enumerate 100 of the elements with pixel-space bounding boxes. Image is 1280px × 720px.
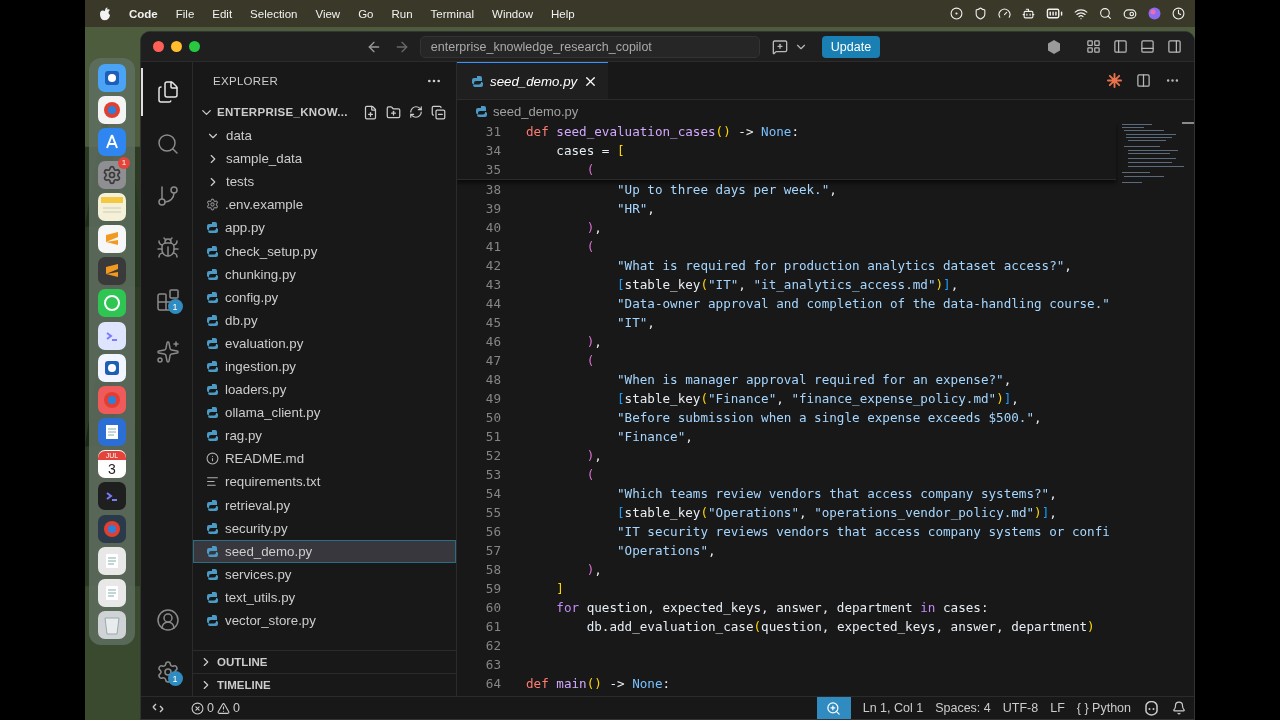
tree-item[interactable]: tests <box>193 170 456 194</box>
tree-item[interactable]: evaluation.py <box>193 331 456 355</box>
new-folder-icon[interactable] <box>386 104 401 120</box>
folder-name[interactable]: ENTERPRISE_KNOW... <box>217 106 348 118</box>
menu-item[interactable]: Run <box>391 7 413 20</box>
dock-app-icon[interactable] <box>98 579 126 607</box>
copilot-icon[interactable] <box>1143 700 1160 716</box>
dock-app-icon[interactable] <box>98 289 126 318</box>
dock-app-icon[interactable] <box>98 546 126 575</box>
menu-item[interactable]: Selection <box>250 7 298 20</box>
gauge-icon[interactable] <box>998 7 1011 20</box>
tree-item[interactable]: security.py <box>193 516 456 540</box>
zoom-window-button[interactable] <box>189 41 200 52</box>
dock-app-icon[interactable] <box>98 224 126 253</box>
clock-icon[interactable] <box>1172 7 1185 20</box>
bell-icon[interactable] <box>1172 701 1186 715</box>
menu-item[interactable]: Edit <box>212 7 233 20</box>
dock-app-icon[interactable] <box>98 514 126 543</box>
warning-icon[interactable] <box>216 701 230 715</box>
tree-item[interactable]: db.py <box>193 308 456 332</box>
panel-bottom-icon <box>1140 39 1155 54</box>
python-file-icon <box>206 267 219 281</box>
dock-app-icon[interactable] <box>98 353 126 382</box>
status-item[interactable]: UTF-8 <box>1002 701 1039 715</box>
tree-item[interactable]: config.py <box>193 285 456 309</box>
new-file-icon[interactable] <box>363 104 378 120</box>
record-icon[interactable] <box>950 7 963 20</box>
status-item[interactable]: Spaces: 4 <box>935 701 991 715</box>
collapse-icon[interactable] <box>431 104 446 120</box>
tree-item[interactable]: sample_data <box>193 147 456 171</box>
tree-item[interactable]: chunking.py <box>193 262 456 286</box>
zoom-button[interactable] <box>816 696 851 719</box>
control-center-icon[interactable] <box>1123 6 1137 21</box>
status-item[interactable]: LF <box>1050 701 1065 715</box>
line-number: 58 <box>484 562 501 577</box>
activity-bar-button[interactable]: 1 <box>141 276 193 324</box>
toggle-secondary-sidebar-button[interactable] <box>1167 39 1182 54</box>
tree-item[interactable]: services.py <box>193 562 456 586</box>
menu-item[interactable]: Go <box>358 7 374 20</box>
tree-item[interactable]: text_utils.py <box>193 585 456 609</box>
minimize-window-button[interactable] <box>171 41 182 52</box>
dock-app-icon[interactable] <box>98 192 126 221</box>
update-button[interactable]: Update <box>821 35 881 58</box>
toggle-panel-button[interactable] <box>1140 39 1155 54</box>
error-icon[interactable] <box>191 701 204 715</box>
chat-plus-icon <box>771 38 788 55</box>
remote-icon[interactable] <box>151 701 165 715</box>
tree-item[interactable]: seed_demo.py <box>193 539 456 563</box>
error-count[interactable]: 0 <box>207 701 214 715</box>
wifi-icon[interactable] <box>1074 6 1088 21</box>
dock-app-icon[interactable] <box>98 321 126 350</box>
menu-item[interactable]: View <box>315 7 341 20</box>
dock-app-icon[interactable] <box>98 482 126 511</box>
tree-item[interactable]: data <box>193 124 456 148</box>
tree-item[interactable]: vector_store.py <box>193 608 456 633</box>
close-window-button[interactable] <box>153 41 164 52</box>
status-item[interactable]: { } Python <box>1076 701 1131 715</box>
orb-icon[interactable] <box>1148 7 1161 20</box>
tree-item[interactable]: retrieval.py <box>193 493 456 517</box>
layout-button[interactable] <box>1086 39 1101 54</box>
menu-item[interactable]: Terminal <box>430 7 475 20</box>
starburst-icon[interactable] <box>1107 73 1122 88</box>
line-number: 42 <box>484 258 501 273</box>
dock-app-icon[interactable] <box>98 611 126 640</box>
tree-item[interactable]: ollama_client.py <box>193 401 456 425</box>
search-icon[interactable] <box>1099 7 1112 20</box>
command-center[interactable]: enterprise_knowledge_research_copilot <box>419 35 760 58</box>
line-number: 34 <box>484 143 501 158</box>
tree-item[interactable]: check_setup.py <box>193 239 456 263</box>
dock-app-icon[interactable] <box>98 418 126 447</box>
toggle-sidebar-button[interactable] <box>1113 39 1128 54</box>
app-menu[interactable]: Code <box>129 7 158 20</box>
warning-count[interactable]: 0 <box>232 701 240 715</box>
ring-glyph-icon <box>102 389 122 410</box>
tree-item[interactable]: requirements.txt <box>193 470 456 494</box>
refresh-icon[interactable] <box>409 104 423 119</box>
shield-icon[interactable] <box>974 7 987 20</box>
section-header[interactable]: OUTLINE <box>193 650 456 673</box>
dock-app-icon[interactable] <box>98 128 126 157</box>
editor-tab[interactable]: seed_demo.py <box>457 62 609 99</box>
accounts-button[interactable] <box>1046 38 1062 55</box>
tree-item[interactable]: ingestion.py <box>193 354 456 379</box>
menu-item[interactable]: Help <box>550 7 575 20</box>
activity-bar-button[interactable]: 1 <box>141 648 193 696</box>
status-item[interactable]: Ln 1, Col 1 <box>862 701 924 715</box>
menu-item[interactable]: File <box>175 7 195 20</box>
breadcrumb[interactable]: seed_demo.py <box>493 103 579 119</box>
chat-button[interactable] <box>771 38 788 55</box>
split-editor-icon[interactable] <box>1136 73 1151 88</box>
tree-item[interactable]: .env.example <box>193 193 456 217</box>
dock-app-icon[interactable] <box>98 96 126 125</box>
dock-app-icon[interactable] <box>98 64 126 92</box>
dock-app-icon[interactable] <box>98 257 126 286</box>
tree-item[interactable]: app.py <box>193 216 456 240</box>
tree-item[interactable]: loaders.py <box>193 378 456 402</box>
tree-item[interactable]: rag.py <box>193 424 456 448</box>
tree-item[interactable]: README.md <box>193 447 456 471</box>
panel-left-icon <box>1113 39 1128 54</box>
bot-icon[interactable] <box>1022 7 1035 20</box>
menu-item[interactable]: Window <box>492 7 533 20</box>
